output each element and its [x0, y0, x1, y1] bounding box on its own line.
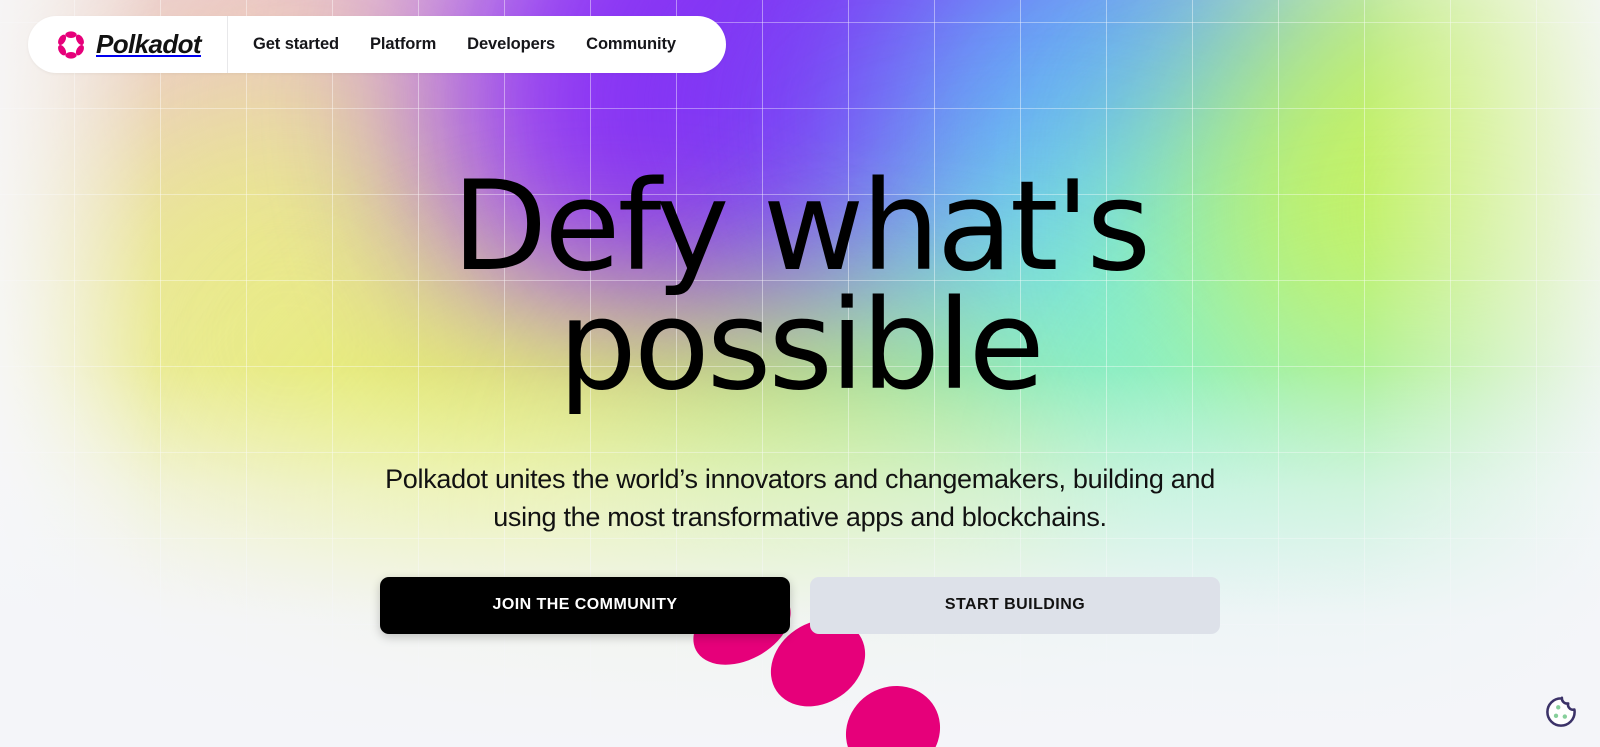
hero-subtitle: Polkadot unites the world’s innovators a… [385, 464, 1215, 533]
cookie-settings-button[interactable] [1538, 689, 1584, 735]
brand-home-link[interactable]: Polkadot [28, 16, 228, 73]
cookie-icon [1546, 696, 1576, 727]
join-the-community-button[interactable]: JOIN THE COMMUNITY [380, 576, 790, 634]
hero-title-line-2: possible [558, 274, 1045, 419]
nav-link-platform[interactable]: Platform [370, 35, 436, 54]
polkadot-ring-icon [58, 30, 84, 59]
hero-section: Defy what's possible Polkadot unites the… [0, 0, 1600, 634]
hero-page: Polkadot Get started Platform Developers… [0, 0, 1600, 747]
hero-title-line-1: Defy what's [451, 155, 1151, 299]
nav-link-get-started[interactable]: Get started [253, 35, 339, 54]
nav-link-community[interactable]: Community [586, 35, 676, 54]
brand-wordmark: Polkadot [96, 29, 202, 59]
main-navbar: Polkadot Get started Platform Developers… [28, 16, 726, 73]
start-building-button[interactable]: START BUILDING [810, 576, 1220, 634]
hero-cta-group: JOIN THE COMMUNITY START BUILDING [380, 576, 1220, 634]
hero-title: Defy what's possible [451, 155, 1151, 419]
nav-link-developers[interactable]: Developers [467, 35, 555, 54]
nav-links: Get started Platform Developers Communit… [228, 16, 726, 73]
